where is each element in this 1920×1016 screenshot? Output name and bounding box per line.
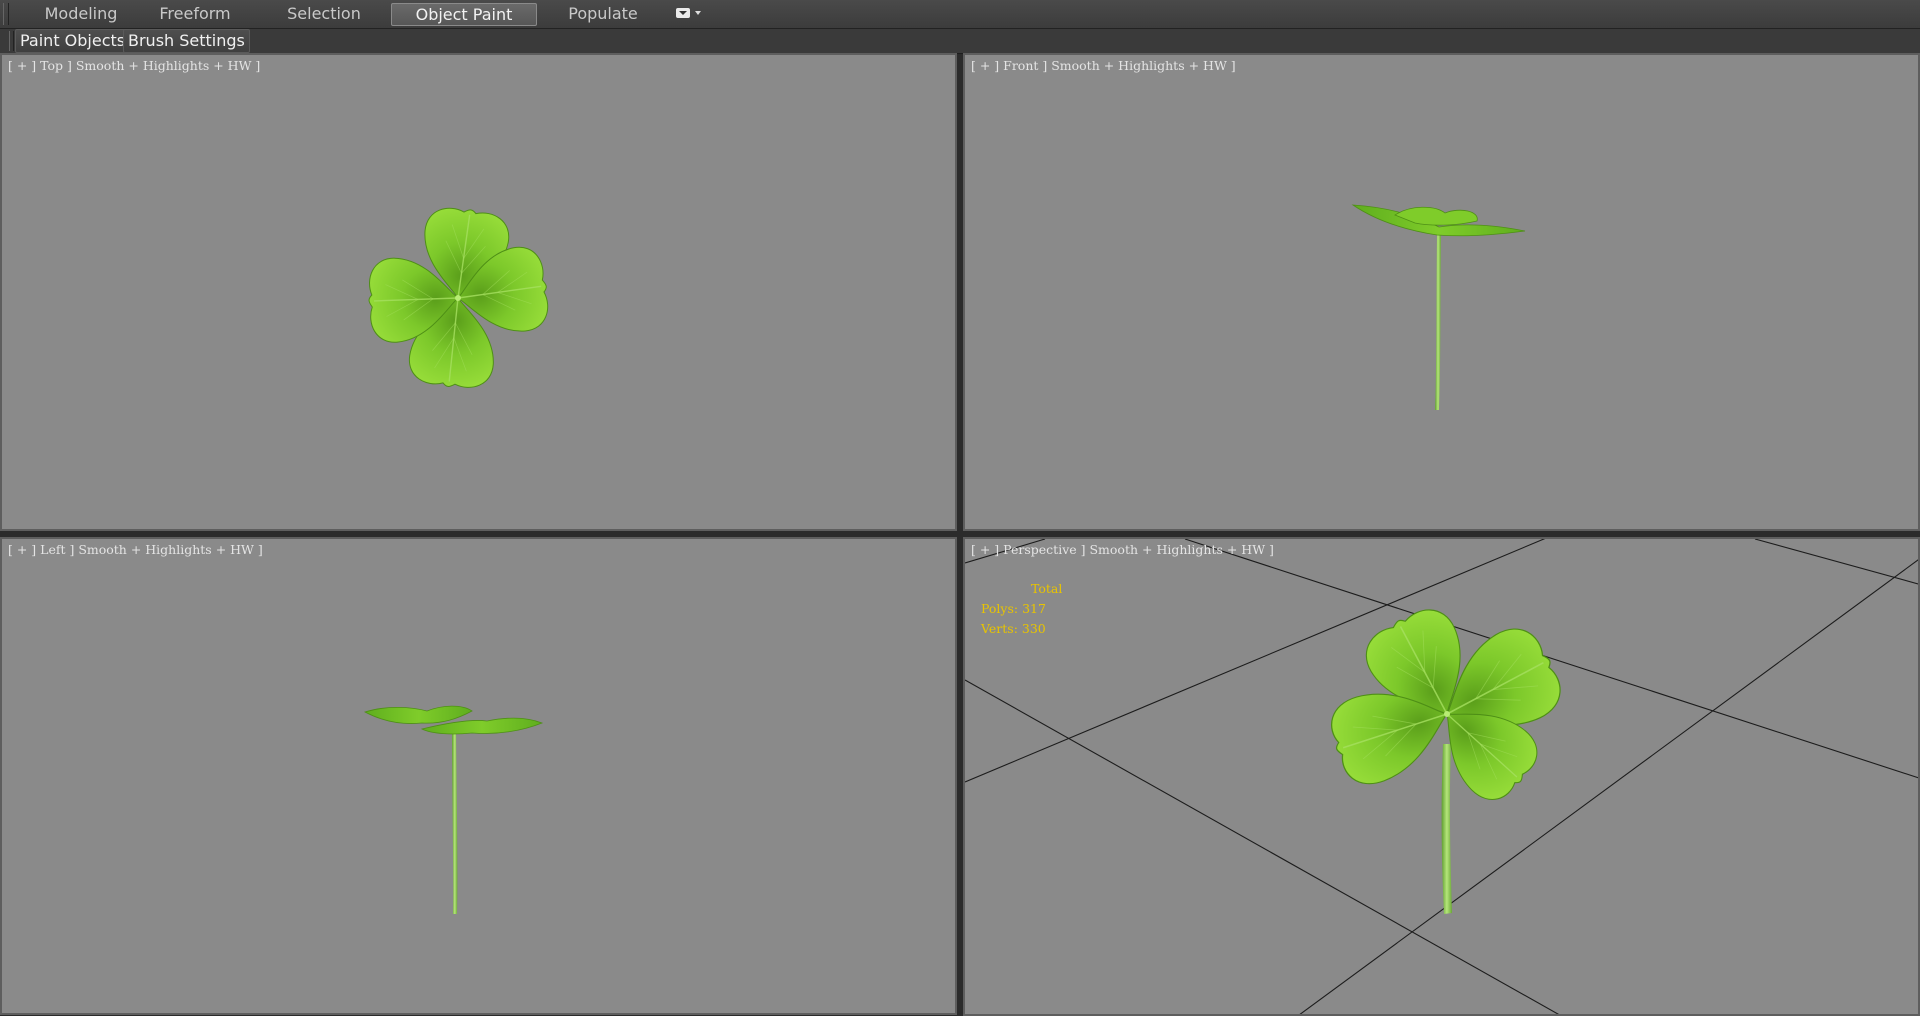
paint-objects-panel-button[interactable]: Paint Objects	[15, 29, 131, 53]
viewport-label-front[interactable]: [ + ] Front ] Smooth + Highlights + HW ]	[971, 58, 1236, 73]
stats-total-label: Total	[1031, 581, 1063, 596]
clover-stem	[1441, 744, 1452, 914]
ribbon-options-icon[interactable]	[672, 6, 706, 22]
viewport-label-perspective[interactable]: [ + ] Perspective ] Smooth + Highlights …	[971, 542, 1274, 557]
viewport-label-left[interactable]: [ + ] Left ] Smooth + Highlights + HW ]	[8, 542, 263, 557]
perspective-scene	[965, 539, 1918, 1014]
stats-verts: Verts: 330	[981, 621, 1046, 636]
viewport-label-top[interactable]: [ + ] Top ] Smooth + Highlights + HW ]	[8, 58, 260, 73]
ribbon-tab-bar: Modeling Freeform Selection Object Paint…	[0, 0, 1920, 29]
tab-object-paint[interactable]: Object Paint	[391, 3, 537, 26]
viewport-perspective[interactable]: [ + ] Perspective ] Smooth + Highlights …	[963, 537, 1920, 1016]
ribbon-panel-bar: Paint Objects Brush Settings	[0, 29, 1920, 54]
panel-grip[interactable]	[9, 31, 14, 51]
clover-top-view	[366, 203, 553, 392]
viewport-top[interactable]: [ + ] Top ] Smooth + Highlights + HW ]	[0, 53, 957, 531]
clover-left-view	[363, 705, 544, 914]
tab-freeform[interactable]: Freeform	[142, 3, 248, 25]
brush-settings-panel-button[interactable]: Brush Settings	[123, 29, 250, 53]
viewport-front[interactable]: [ + ] Front ] Smooth + Highlights + HW ]	[963, 53, 1920, 531]
tab-populate[interactable]: Populate	[545, 3, 661, 25]
ribbon-grip[interactable]	[3, 3, 9, 25]
clover-front-view	[1351, 204, 1526, 410]
scene-statistics: Total Polys: 317 Verts: 330	[981, 579, 1062, 639]
viewport-left[interactable]: [ + ] Left ] Smooth + Highlights + HW ]	[0, 537, 957, 1015]
stats-polys: Polys: 317	[981, 601, 1046, 616]
tab-modeling[interactable]: Modeling	[20, 3, 142, 25]
tab-selection[interactable]: Selection	[270, 3, 378, 25]
